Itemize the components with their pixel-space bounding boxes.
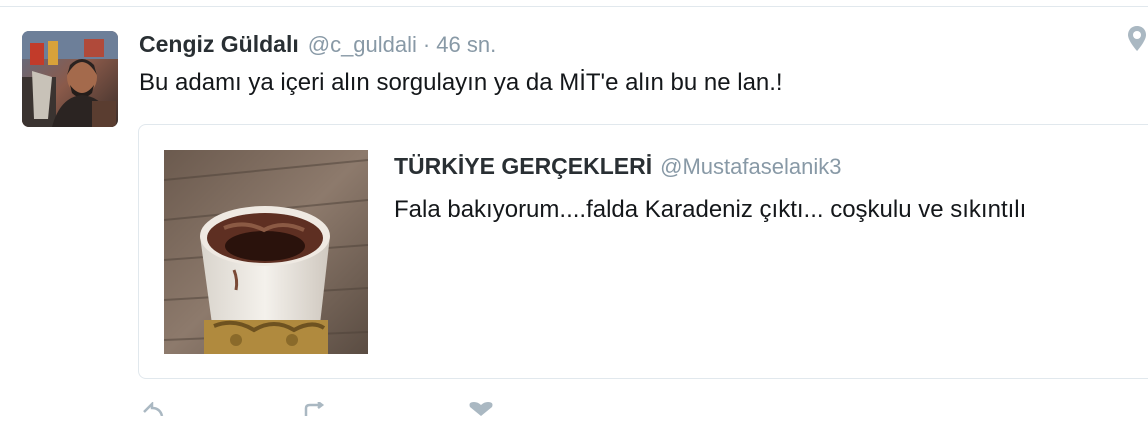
coffee-cup-photo[interactable] xyxy=(164,150,368,354)
quoted-tweet-text: Fala bakıyorum....falda Karadeniz çıktı.… xyxy=(394,196,1027,223)
quoted-tweet-header: TÜRKİYE GERÇEKLERİ @Mustafaselanik3 xyxy=(394,153,841,180)
coffee-cup-icon xyxy=(164,150,368,354)
separator-dot: · xyxy=(422,32,431,57)
profile-photo-icon xyxy=(22,31,118,127)
tweet-header: Cengiz Güldalı @c_guldali · 46 sn. xyxy=(139,31,496,61)
tweet-actions xyxy=(0,398,1148,417)
author-name[interactable]: Cengiz Güldalı xyxy=(139,31,299,58)
tweet-text: Bu adamı ya içeri alın sorgulayın ya da … xyxy=(139,69,783,96)
avatar[interactable] xyxy=(22,31,118,127)
map-pin-icon[interactable] xyxy=(1126,24,1148,54)
divider xyxy=(0,6,1148,7)
author-handle[interactable]: @c_guldali xyxy=(308,32,417,58)
quoted-author-name[interactable]: TÜRKİYE GERÇEKLERİ xyxy=(394,153,652,180)
quoted-author-handle[interactable]: @Mustafaselanik3 xyxy=(660,154,841,180)
tweet[interactable]: Cengiz Güldalı @c_guldali · 46 sn. Bu ad… xyxy=(0,0,1148,417)
timestamp[interactable]: 46 sn. xyxy=(436,32,496,58)
